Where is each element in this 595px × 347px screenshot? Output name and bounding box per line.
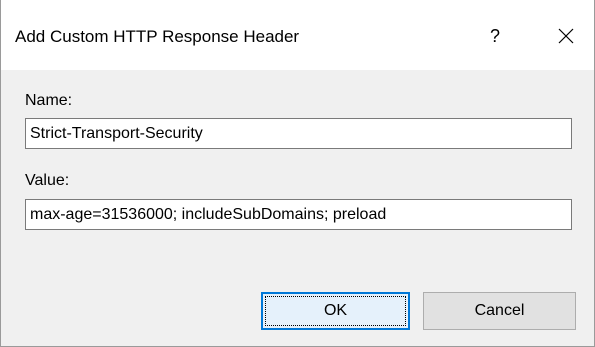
- help-icon: ?: [489, 26, 500, 46]
- title-bar[interactable]: Add Custom HTTP Response Header ?: [1, 0, 594, 70]
- focus-rectangle: [265, 296, 406, 326]
- name-input[interactable]: Strict-Transport-Security: [25, 118, 572, 149]
- add-custom-header-dialog: Add Custom HTTP Response Header ? Name: …: [0, 0, 595, 347]
- name-label: Name:: [25, 92, 73, 109]
- dialog-title: Add Custom HTTP Response Header: [15, 27, 300, 46]
- cancel-button-label: Cancel: [474, 302, 525, 319]
- ok-button[interactable]: OK: [261, 292, 410, 330]
- help-button[interactable]: ?: [477, 18, 513, 54]
- close-icon: [558, 28, 574, 44]
- cancel-button[interactable]: Cancel: [423, 292, 576, 330]
- value-input[interactable]: max-age=31536000; includeSubDomains; pre…: [25, 199, 572, 230]
- value-label: Value:: [25, 172, 70, 189]
- close-button[interactable]: [546, 18, 586, 54]
